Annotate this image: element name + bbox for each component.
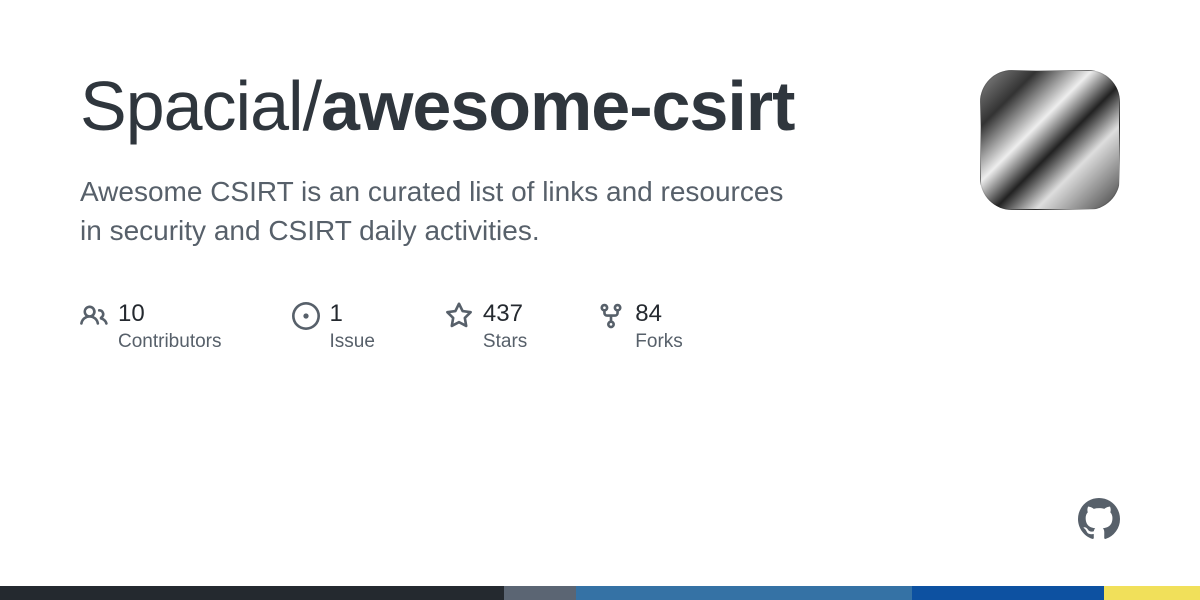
fork-icon	[597, 302, 625, 330]
repo-card: Spacial/awesome-csirt Awesome CSIRT is a…	[0, 0, 1200, 353]
contributors-label: Contributors	[118, 331, 222, 353]
language-segment	[576, 586, 912, 600]
language-segment	[0, 586, 504, 600]
people-icon	[80, 302, 108, 330]
language-bar	[0, 586, 1200, 600]
repo-slash: /	[303, 67, 321, 145]
repo-stats: 10 Contributors 1 Issue 437	[80, 300, 940, 353]
repo-name-part1[interactable]: awesome	[321, 67, 629, 145]
repo-name-part2[interactable]: csirt	[652, 67, 795, 145]
github-logo-icon[interactable]	[1078, 498, 1120, 540]
avatar[interactable]	[980, 70, 1120, 210]
repo-title[interactable]: Spacial/awesome-csirt	[80, 70, 940, 144]
contributors-count: 10	[118, 300, 222, 329]
forks-label: Forks	[635, 331, 683, 353]
stat-issues[interactable]: 1 Issue	[292, 300, 375, 353]
forks-count: 84	[635, 300, 683, 329]
issues-count: 1	[330, 300, 375, 329]
language-segment	[912, 586, 1104, 600]
stat-stars[interactable]: 437 Stars	[445, 300, 527, 353]
repo-owner[interactable]: Spacial	[80, 67, 303, 145]
star-icon	[445, 302, 473, 330]
issues-label: Issue	[330, 331, 375, 353]
stat-forks[interactable]: 84 Forks	[597, 300, 683, 353]
stars-count: 437	[483, 300, 527, 329]
repo-description: Awesome CSIRT is an curated list of link…	[80, 172, 800, 250]
stars-label: Stars	[483, 331, 527, 353]
repo-main: Spacial/awesome-csirt Awesome CSIRT is a…	[80, 70, 940, 353]
language-segment	[1104, 586, 1200, 600]
issue-icon	[292, 302, 320, 330]
stat-contributors[interactable]: 10 Contributors	[80, 300, 222, 353]
language-segment	[504, 586, 576, 600]
